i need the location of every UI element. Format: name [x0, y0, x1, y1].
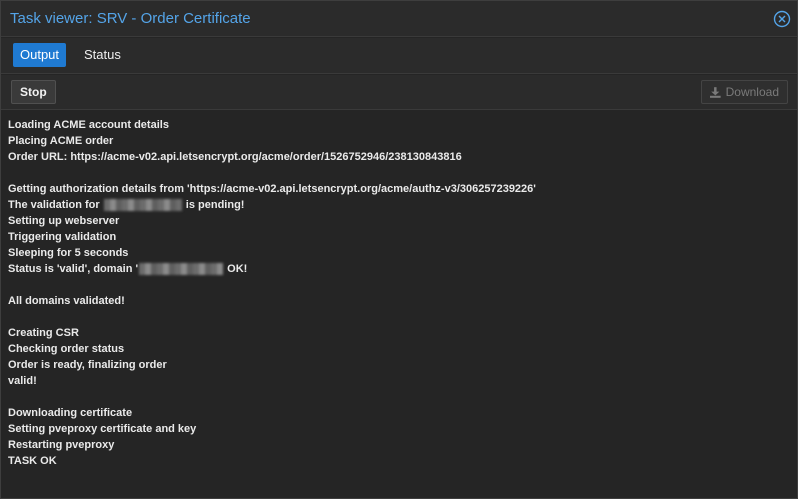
log-line-validation-pending: The validation for is pending!	[8, 197, 790, 213]
log-line: Triggering validation	[8, 231, 117, 243]
redacted-domain	[139, 263, 224, 276]
log-line: Getting authorization details from 'http…	[8, 183, 536, 195]
log-text: OK!	[224, 263, 248, 275]
log-text: The validation for	[8, 199, 103, 211]
log-line: Setting pveproxy certificate and key	[8, 423, 197, 435]
redacted-domain	[103, 199, 182, 212]
log-line: Placing ACME order	[8, 135, 114, 147]
log-line: Checking order status	[8, 343, 125, 355]
log-line: valid!	[8, 375, 37, 387]
log-line: Creating CSR	[8, 327, 79, 339]
close-circle-icon[interactable]	[773, 10, 791, 28]
log-line: Sleeping for 5 seconds	[8, 247, 129, 259]
log-line: All domains validated!	[8, 295, 125, 307]
log-line: Downloading certificate	[8, 407, 133, 419]
log-line: TASK OK	[8, 455, 57, 467]
log-line: Loading ACME account details	[8, 119, 169, 131]
log-text: Status is 'valid', domain '	[8, 263, 139, 275]
tab-bar: Output Status	[1, 38, 797, 74]
download-button[interactable]: Download	[701, 80, 788, 104]
task-viewer-window: Task viewer: SRV - Order Certificate Out…	[0, 0, 798, 499]
download-icon	[710, 86, 721, 98]
task-log-output: Loading ACME account details Placing ACM…	[1, 111, 797, 498]
download-label: Download	[725, 85, 779, 99]
log-text: is pending!	[182, 199, 245, 211]
stop-button[interactable]: Stop	[11, 80, 56, 104]
tab-output[interactable]: Output	[13, 43, 67, 67]
log-line: Order URL: https://acme-v02.api.letsencr…	[8, 151, 462, 163]
tab-status[interactable]: Status	[77, 43, 128, 67]
log-line-status-valid: Status is 'valid', domain ' OK!	[8, 261, 790, 277]
window-title: Task viewer: SRV - Order Certificate	[10, 10, 251, 27]
log-line: Setting up webserver	[8, 215, 120, 227]
toolbar: Stop Download	[1, 75, 797, 110]
log-line: Order is ready, finalizing order	[8, 359, 167, 371]
log-line: Restarting pveproxy	[8, 439, 115, 451]
title-bar: Task viewer: SRV - Order Certificate	[1, 1, 797, 37]
